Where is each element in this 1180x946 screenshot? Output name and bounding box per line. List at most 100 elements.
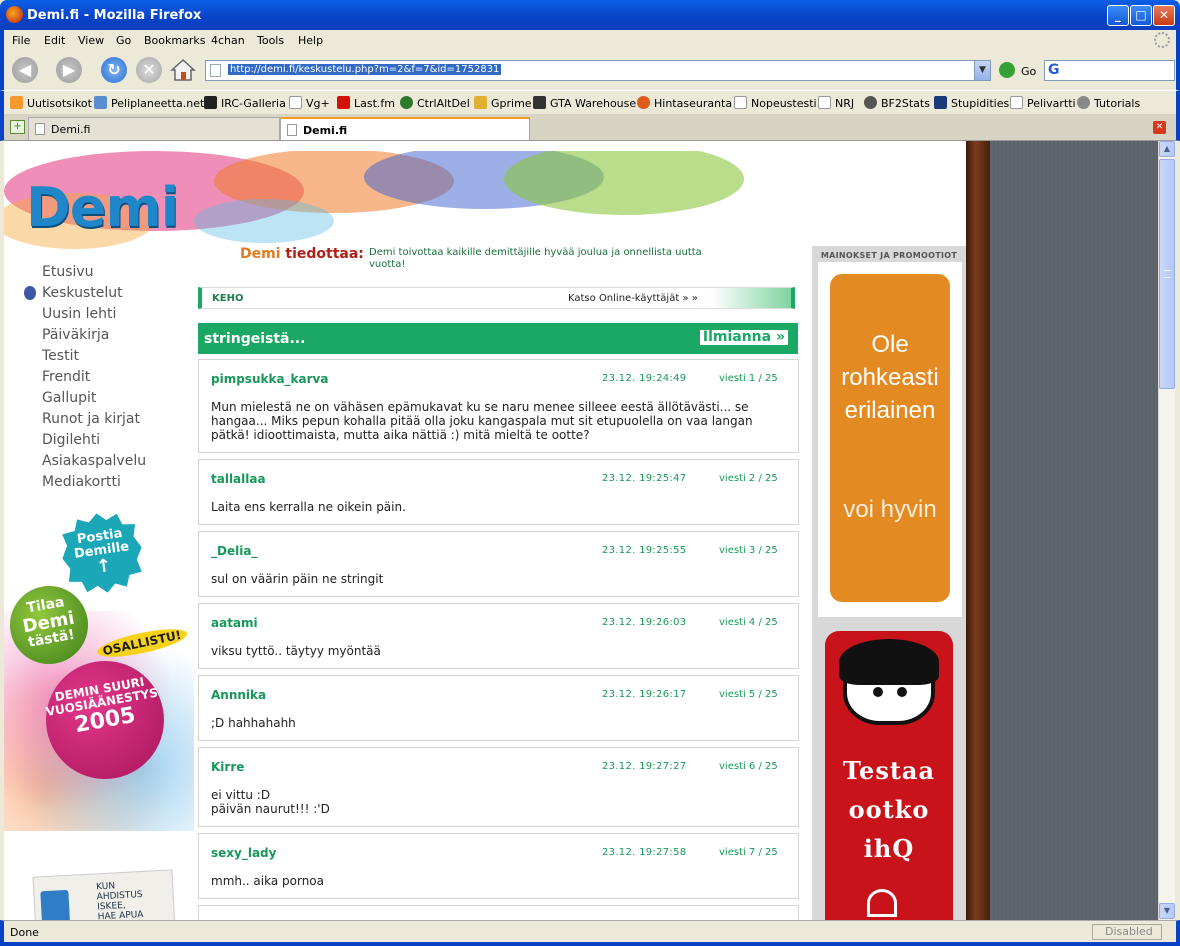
bookmark-gta-warehouse[interactable]: GTA Warehouse xyxy=(533,96,636,110)
maximize-button[interactable]: □ xyxy=(1130,5,1152,26)
ad-orange[interactable]: Ole rohkeasti erilainen voi hyvin xyxy=(830,274,950,602)
url-text[interactable]: http://demi.fi/keskustelu.php?m=2&f=7&id… xyxy=(228,64,502,75)
menu-edit[interactable]: Edit xyxy=(44,34,65,47)
post-author[interactable]: tallallaa xyxy=(211,472,266,486)
gear-icon xyxy=(1077,96,1090,109)
post-7: sexy_lady 23.12. 19:27:58 viesti 7 / 25 … xyxy=(198,833,799,899)
post-author[interactable]: sexy_lady xyxy=(211,846,276,860)
nav-etusivu[interactable]: Etusivu xyxy=(42,263,146,284)
reload-button[interactable]: ↻ xyxy=(101,57,127,83)
close-button[interactable]: ✕ xyxy=(1153,5,1175,26)
post-author[interactable]: aatami xyxy=(211,616,258,630)
vertical-scrollbar[interactable]: ▲ ▼ xyxy=(1158,141,1175,920)
post-time: 23.12. 19:25:55 xyxy=(602,545,687,556)
scroll-thumb[interactable] xyxy=(1159,159,1175,389)
minimize-button[interactable]: _ xyxy=(1107,5,1129,26)
bookmark-pelivartti[interactable]: Pelivartti xyxy=(1010,96,1076,110)
back-button[interactable]: ◀ xyxy=(12,57,38,83)
ad-banner-1[interactable]: Ole rohkeasti erilainen voi hyvin xyxy=(818,262,962,617)
bookmark-icon xyxy=(400,96,413,109)
forward-arrow-icon: ▶ xyxy=(62,60,76,79)
post-number: viesti 4 / 25 xyxy=(719,617,778,628)
new-tab-button[interactable]: + xyxy=(10,120,25,134)
menu-help[interactable]: Help xyxy=(298,34,323,47)
menu-go[interactable]: Go xyxy=(116,34,131,47)
bookmark-label: Peliplaneetta.net xyxy=(111,97,205,110)
go-icon[interactable] xyxy=(999,62,1015,78)
bookmark-ctrlaltdel[interactable]: CtrlAltDel xyxy=(400,96,470,110)
keho-decoration xyxy=(711,288,791,308)
url-bar[interactable]: http://demi.fi/keskustelu.php?m=2&f=7&id… xyxy=(205,60,991,81)
tab-1[interactable]: Demi.fi xyxy=(28,117,280,140)
bookmark-bf2stats[interactable]: BF2Stats xyxy=(864,96,930,110)
bookmark-irc-galleria[interactable]: IRC-Galleria xyxy=(204,96,286,110)
post-author[interactable]: Annnika xyxy=(211,688,266,702)
nav-paivakirja[interactable]: Päiväkirja xyxy=(42,326,146,347)
bookmark-vg[interactable]: Vg+ xyxy=(289,96,330,110)
tab-2-active[interactable]: Demi.fi xyxy=(280,117,530,140)
nav-uusin-lehti[interactable]: Uusin lehti xyxy=(42,305,146,326)
nav-frendit[interactable]: Frendit xyxy=(42,368,146,389)
scroll-down-button[interactable]: ▼ xyxy=(1159,903,1175,919)
tiedottaa-demi: Demi xyxy=(240,246,281,262)
postia-demille-badge[interactable]: Postia Demille ↑ xyxy=(57,508,147,598)
bookmark-icon xyxy=(637,96,650,109)
nav-mediakortti[interactable]: Mediakortti xyxy=(42,473,146,494)
forward-button[interactable]: ▶ xyxy=(56,57,82,83)
scroll-up-button[interactable]: ▲ xyxy=(1159,141,1175,157)
nav-asiakaspalvelu[interactable]: Asiakaspalvelu xyxy=(42,452,146,473)
nav-gallupit[interactable]: Gallupit xyxy=(42,389,146,410)
post-author[interactable]: pimpsukka_karva xyxy=(211,372,328,386)
rss-icon xyxy=(10,96,23,109)
help-line: HAE APUA xyxy=(97,909,144,920)
bookmark-lastfm[interactable]: Last.fm xyxy=(337,96,395,110)
nav-testit[interactable]: Testit xyxy=(42,347,146,368)
menu-tools[interactable]: Tools xyxy=(257,34,284,47)
tab-bar: + Demi.fi Demi.fi ✕ xyxy=(0,114,1180,141)
ad-banner-2[interactable]: Testaa ootko ihQ xyxy=(825,631,953,920)
status-disabled-panel: Disabled xyxy=(1092,924,1162,940)
menu-file[interactable]: File xyxy=(12,34,30,47)
bookmark-tutorials[interactable]: Tutorials xyxy=(1077,96,1140,110)
bookmark-nrj[interactable]: NRJ xyxy=(818,96,854,110)
post-author[interactable]: _Delia_ xyxy=(211,544,257,558)
bookmark-label: BF2Stats xyxy=(881,97,930,110)
bookmark-hintaseuranta[interactable]: Hintaseuranta xyxy=(637,96,732,110)
post-time: 23.12. 19:26:03 xyxy=(602,617,687,628)
bookmark-peliplaneetta[interactable]: Peliplaneetta.net xyxy=(94,96,204,110)
stop-button[interactable]: ✕ xyxy=(136,57,162,83)
nav-digilehti[interactable]: Digilehti xyxy=(42,431,146,452)
ad-brand: voi hyvin xyxy=(843,496,937,523)
report-button[interactable]: Ilmianna » xyxy=(699,330,788,345)
go-button[interactable]: Go xyxy=(1021,65,1036,78)
demi-logo[interactable]: Demi xyxy=(26,176,179,239)
bookmark-gprime[interactable]: Gprime xyxy=(474,96,532,110)
post-number: viesti 6 / 25 xyxy=(719,761,778,772)
keho-label[interactable]: KEHO xyxy=(212,293,243,304)
stop-icon: ✕ xyxy=(142,60,156,79)
bookmark-stupidities[interactable]: Stupidities xyxy=(934,96,1009,110)
lastfm-icon xyxy=(337,96,350,109)
page-icon xyxy=(35,123,45,135)
ad-line: ihQ xyxy=(863,834,915,863)
close-tab-button[interactable]: ✕ xyxy=(1153,121,1166,134)
bookmark-uutisotsikot[interactable]: Uutisotsikot xyxy=(10,96,92,110)
bookmark-nopeustesti[interactable]: Nopeustesti xyxy=(734,96,817,110)
home-icon[interactable] xyxy=(170,57,196,83)
ad-line: erilainen xyxy=(844,397,936,424)
nav-keskustelut[interactable]: Keskustelut xyxy=(42,284,146,305)
menu-4chan[interactable]: 4chan xyxy=(211,34,245,47)
menu-view[interactable]: View xyxy=(78,34,104,47)
throbber-icon xyxy=(1154,32,1170,48)
post-body: mmh.. aika pornoa xyxy=(211,874,325,888)
post-time: 23.12. 19:25:47 xyxy=(602,473,687,484)
tiedottaa-heading: Demi tiedottaa: xyxy=(240,246,364,262)
search-input[interactable]: G xyxy=(1044,60,1175,81)
nav-runot-ja-kirjat[interactable]: Runot ja kirjat xyxy=(42,410,146,431)
online-users-link[interactable]: Katso Online-käyttäjät » » xyxy=(568,293,698,304)
url-dropdown-button[interactable]: ▼ xyxy=(974,61,990,80)
google-icon[interactable]: G xyxy=(1048,62,1060,78)
menu-bookmarks[interactable]: Bookmarks xyxy=(144,34,205,47)
help-card-banner[interactable]: KUN AHDISTUS ISKEE, HAE APUA xyxy=(32,869,176,920)
post-author[interactable]: Kirre xyxy=(211,760,244,774)
